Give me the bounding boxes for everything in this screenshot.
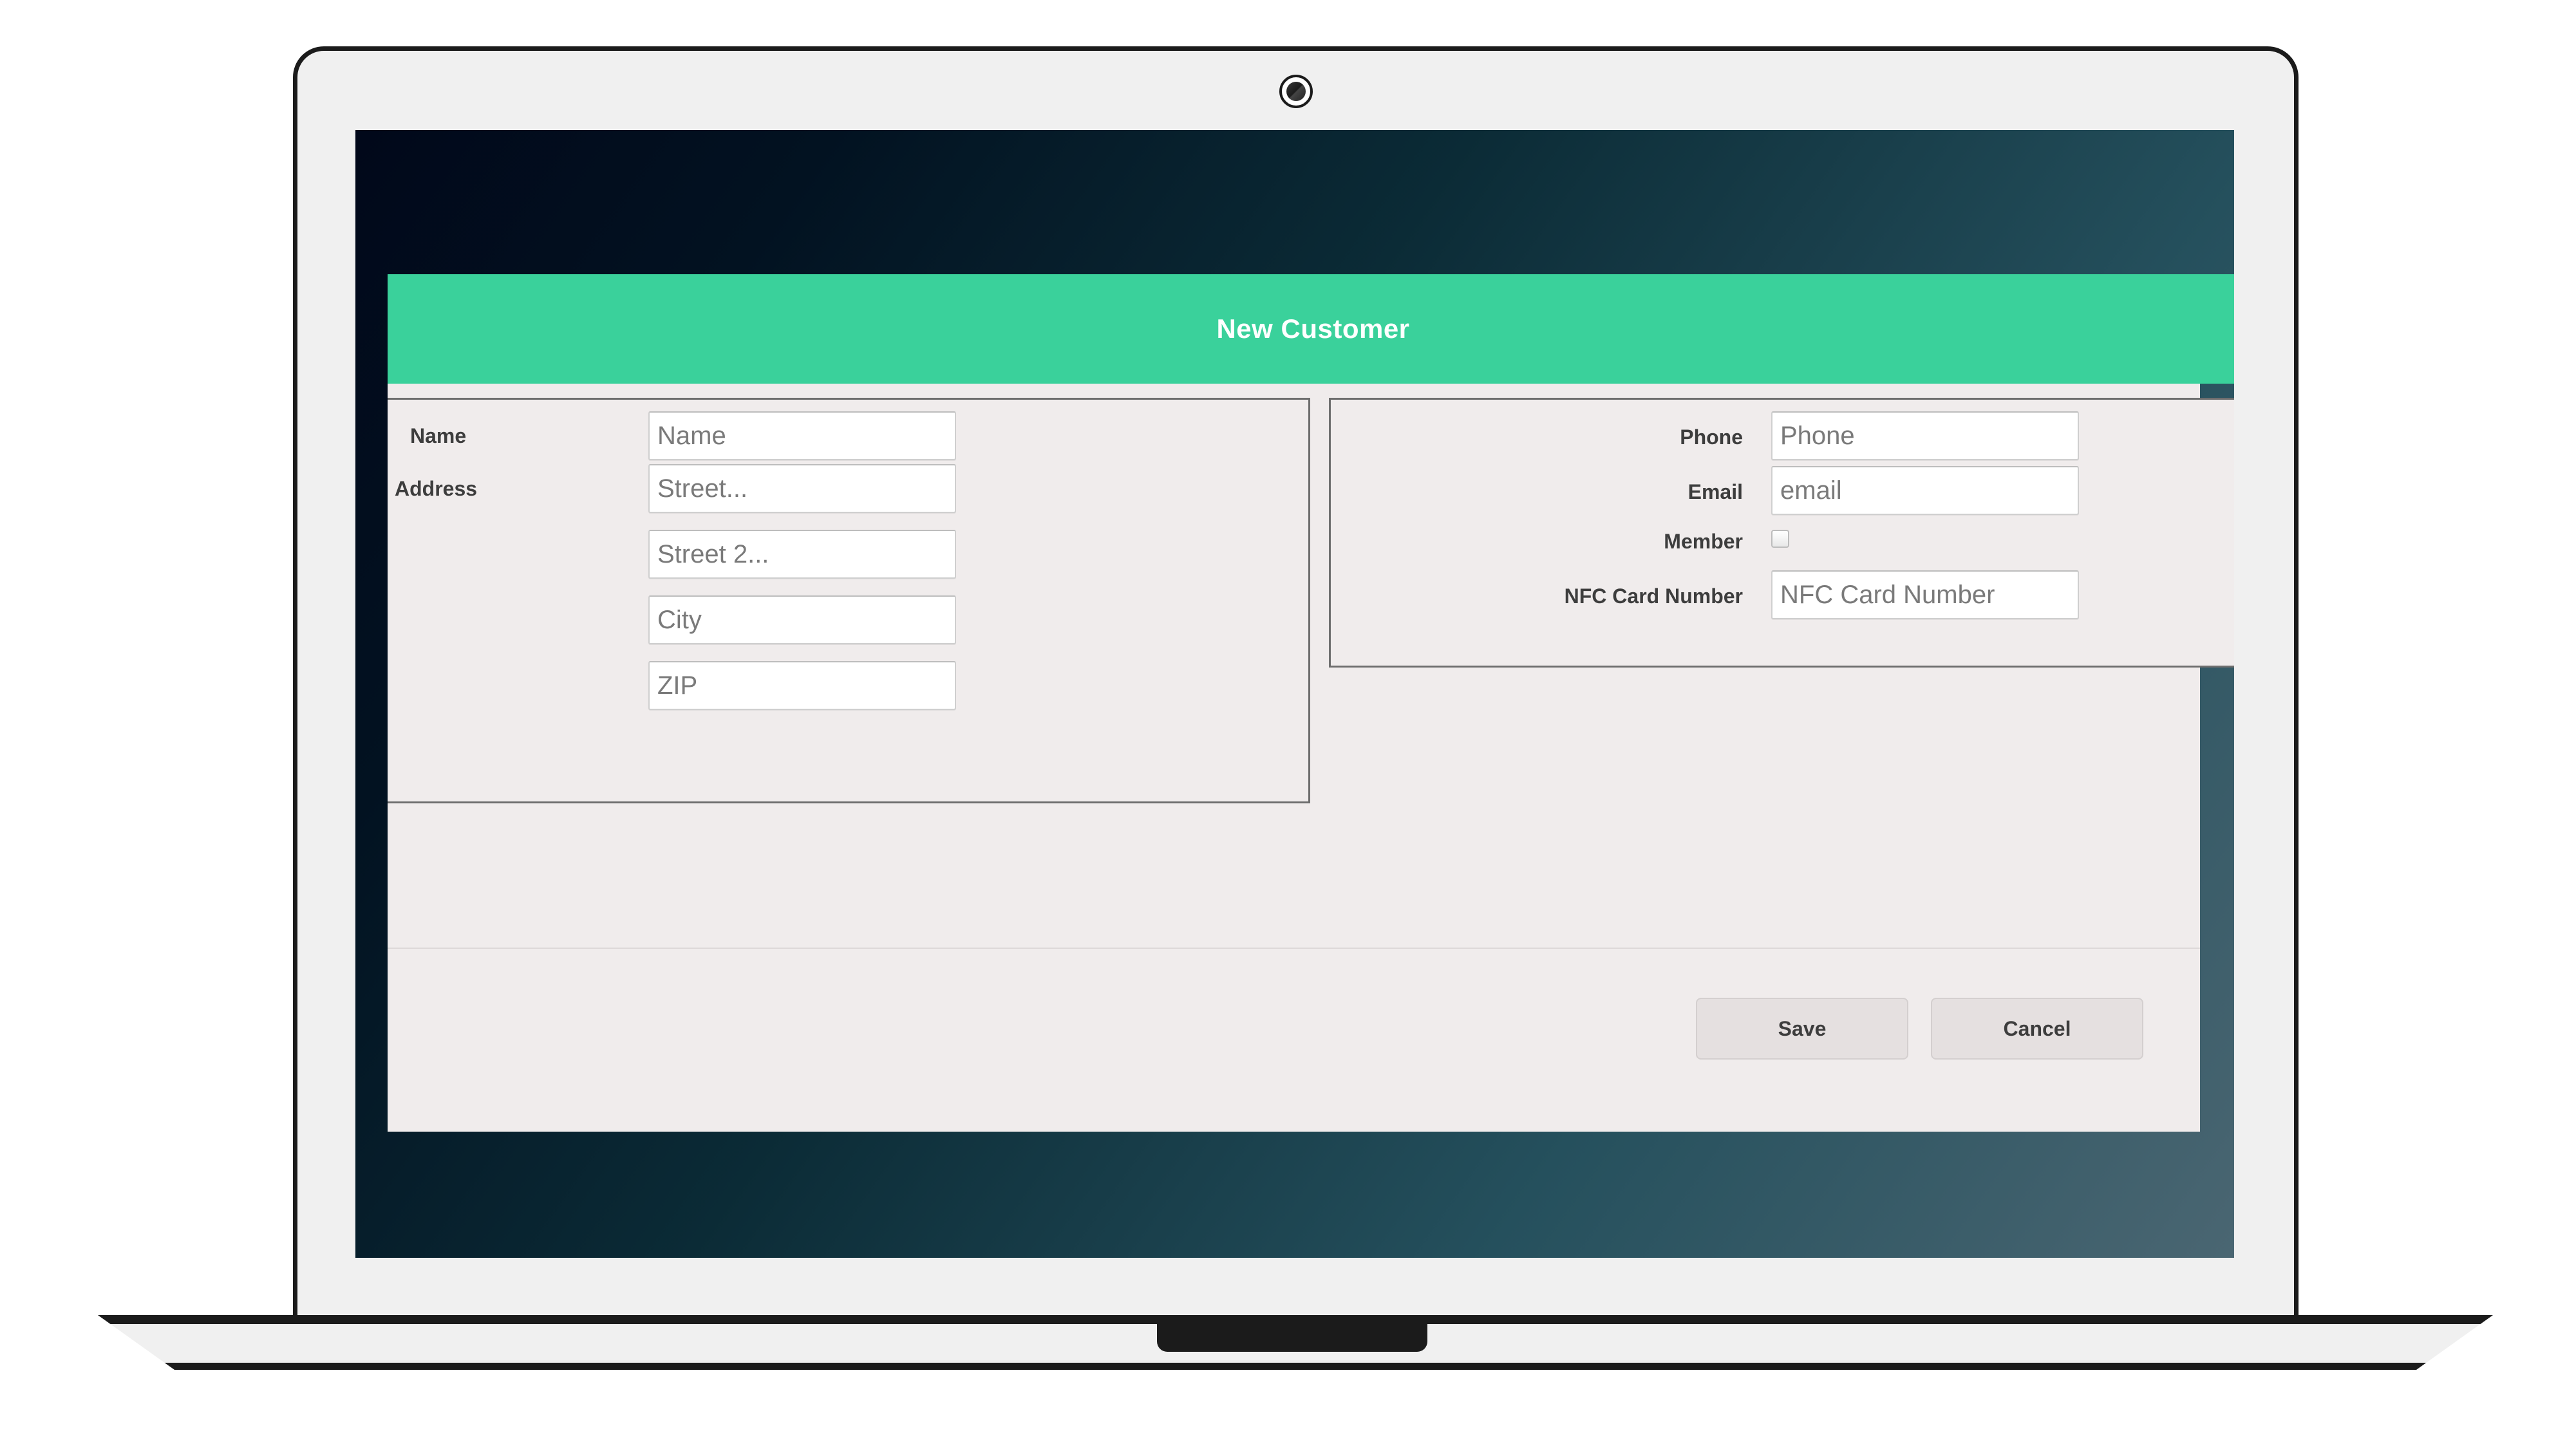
label-email: Email [1688, 480, 1743, 503]
email-input[interactable] [1771, 466, 2079, 515]
laptop-base-notch [1157, 1324, 1427, 1352]
label-nfc: NFC Card Number [1564, 584, 1743, 608]
contact-panel: Phone Email Member NFC Card Number [1329, 398, 2234, 668]
dialog-header: New Customer [388, 274, 2234, 384]
address-panel: Name Address [388, 398, 1310, 803]
cancel-button[interactable]: Cancel [1931, 998, 2143, 1060]
street-input[interactable] [648, 464, 956, 513]
phone-input[interactable] [1771, 411, 2079, 460]
label-name: Name [410, 424, 467, 447]
label-phone: Phone [1680, 425, 1743, 449]
label-member: Member [1664, 530, 1743, 553]
footer-divider [388, 948, 2200, 949]
dialog-body: Name Address Phone Email [388, 384, 2234, 1132]
new-customer-dialog: New Customer Name Address [388, 274, 2234, 1132]
dialog-title: New Customer [1216, 313, 1410, 344]
label-address: Address [395, 477, 478, 500]
street2-input[interactable] [648, 530, 956, 579]
laptop-screen: New Customer Name Address [355, 130, 2234, 1258]
screenshot-canvas: New Customer Name Address [0, 0, 2576, 1449]
city-input[interactable] [648, 595, 956, 644]
save-button[interactable]: Save [1696, 998, 1908, 1060]
camera-icon [1279, 75, 1313, 108]
nfc-input[interactable] [1771, 570, 2079, 619]
member-checkbox[interactable] [1771, 530, 1789, 548]
zip-input[interactable] [648, 661, 956, 710]
name-input[interactable] [648, 411, 956, 460]
